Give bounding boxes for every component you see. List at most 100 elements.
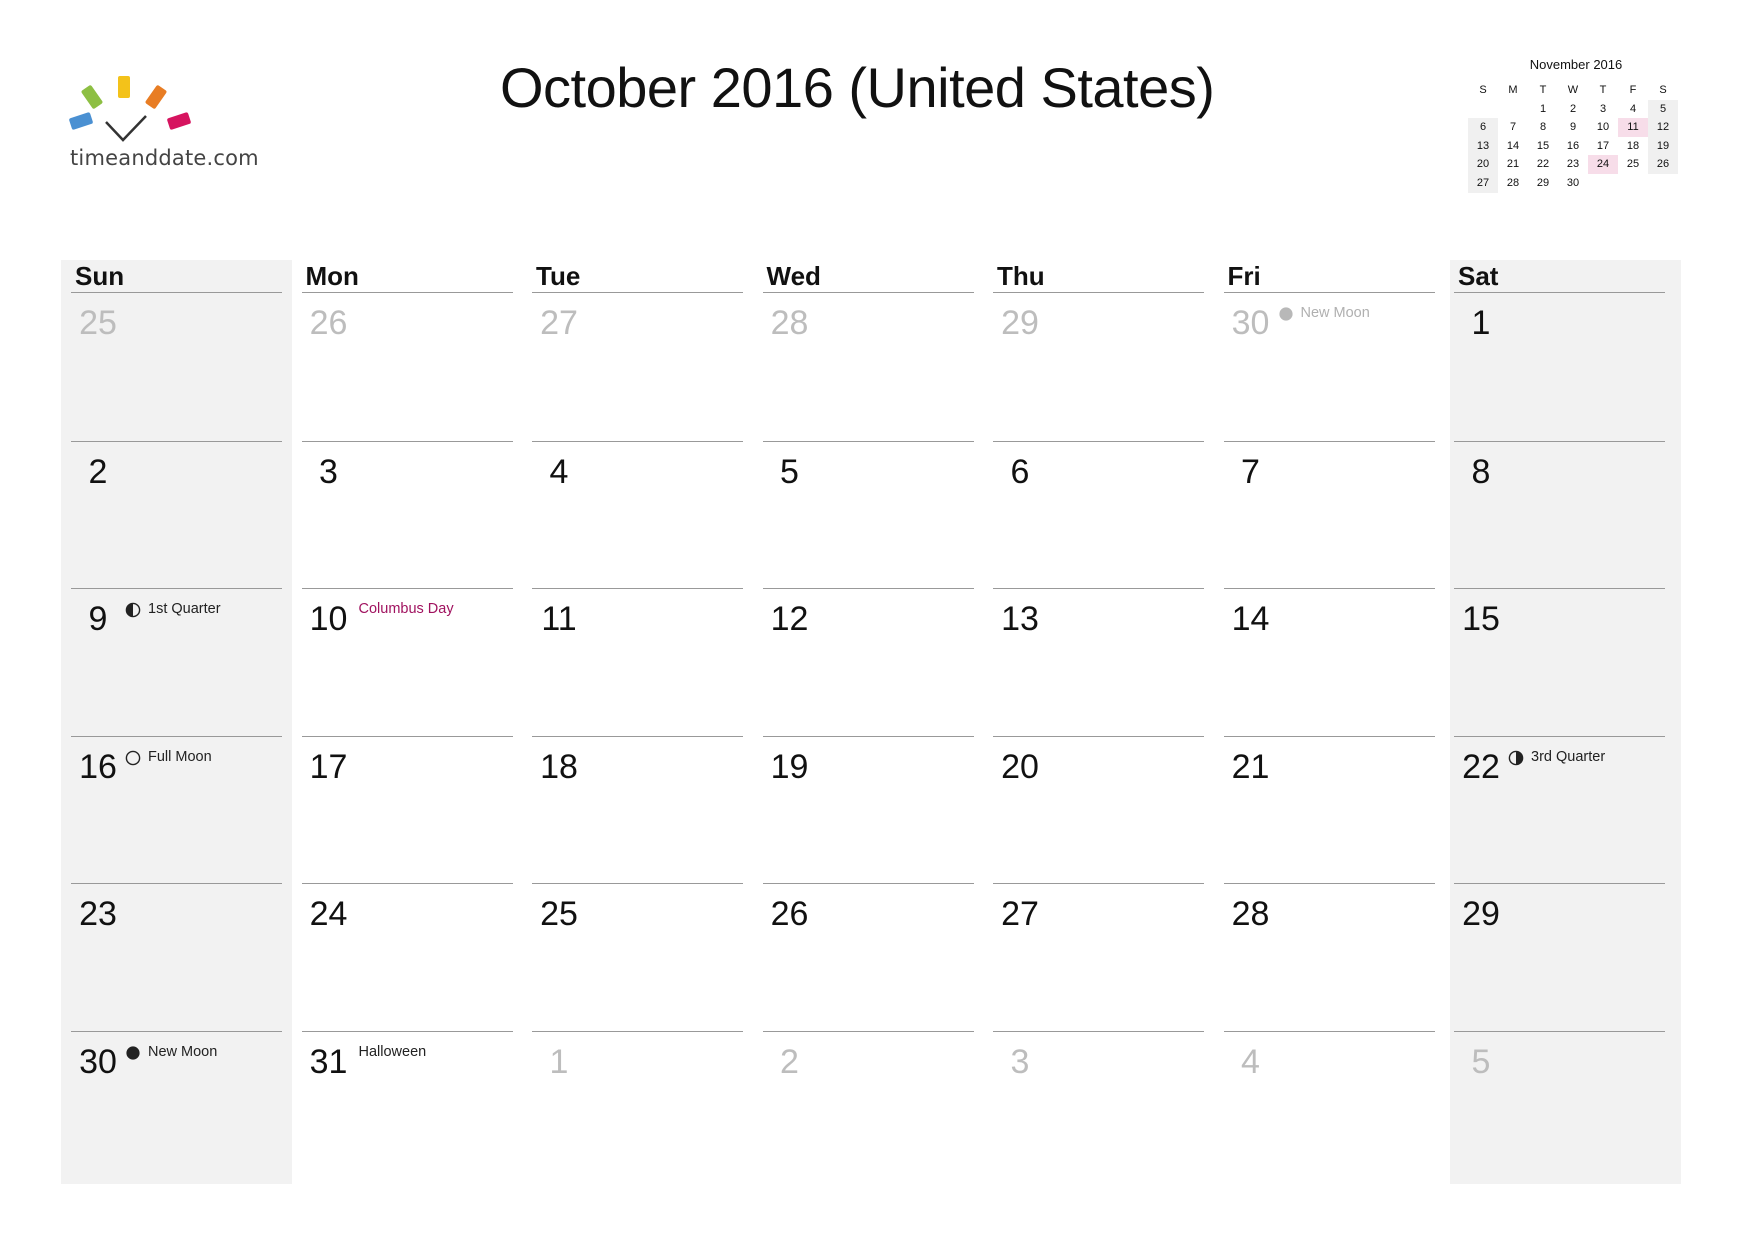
mini-calendar-day: 13 — [1468, 136, 1498, 156]
moon-phase-label: New Moon — [1300, 305, 1370, 321]
day-cell[interactable]: 17 — [301, 735, 513, 885]
day-number: 2 — [88, 452, 108, 491]
day-cell[interactable]: 29 — [1454, 883, 1665, 1032]
day-cell[interactable]: 25 — [71, 293, 282, 442]
day-cell[interactable]: 2 — [762, 1030, 974, 1180]
mini-calendar-day: 23 — [1566, 158, 1580, 171]
day-cell[interactable]: 21 — [1223, 735, 1435, 885]
day-number: 27 — [540, 304, 578, 342]
day-cell[interactable]: 28 — [763, 293, 974, 442]
day-cell[interactable]: 1 — [532, 1030, 743, 1180]
day-cell[interactable]: 5 — [762, 440, 974, 590]
day-number: 1 — [549, 1042, 569, 1081]
third-quarter-moon-icon — [1508, 750, 1524, 765]
day-cell[interactable]: 22 3rd Quarter — [1454, 735, 1665, 885]
day-cell[interactable]: 11 — [532, 588, 743, 737]
day-cell[interactable]: 9 1st Quarter — [71, 588, 282, 737]
day-number: 8 — [1471, 452, 1491, 491]
day-number: 18 — [540, 747, 578, 786]
mini-calendar-day: 19 — [1648, 136, 1678, 156]
day-cell[interactable]: 31 Halloween — [301, 1030, 513, 1180]
day-cell[interactable]: 30 New Moon — [71, 1030, 282, 1180]
day-cell[interactable]: 13 — [993, 588, 1204, 737]
mini-calendar-weekday: F — [1629, 84, 1637, 96]
day-number: 29 — [1001, 304, 1039, 342]
day-cell[interactable]: 12 — [762, 588, 974, 737]
day-number: 17 — [309, 747, 348, 786]
mini-calendar-day: 15 — [1536, 139, 1550, 152]
mini-calendar-weekday: T — [1599, 84, 1607, 96]
day-number: 29 — [1462, 895, 1500, 933]
day-cell[interactable]: 3 — [301, 440, 513, 590]
month-calendar: Sun Mon Tue Wed Thu Fri Sat 25 26 27 28 29 30 New Moo… — [61, 260, 1691, 1184]
full-moon-icon — [125, 750, 141, 765]
mini-calendar-day — [1468, 100, 1498, 119]
timeanddate-logo[interactable]: timeanddate.com — [66, 72, 266, 182]
day-number: 16 — [79, 747, 117, 786]
day-cell[interactable]: 8 — [1454, 440, 1665, 590]
logo-text: timeanddate.com — [70, 146, 259, 170]
day-cell[interactable]: 19 — [762, 735, 974, 885]
weekday-header-tue: Tue — [532, 260, 743, 293]
day-cell[interactable]: 30 New Moon — [1224, 293, 1435, 442]
day-number: 10 — [309, 600, 348, 638]
mini-calendar-weekday: W — [1567, 84, 1579, 96]
day-number: 31 — [309, 1042, 348, 1081]
day-number: 21 — [1231, 747, 1270, 786]
mini-calendar-day: 30 — [1566, 176, 1580, 189]
day-cell[interactable]: 5 — [1454, 1030, 1665, 1180]
day-cell[interactable]: 6 — [993, 440, 1204, 590]
mini-calendar-day: 6 — [1468, 118, 1498, 137]
mini-calendar-weekday: T — [1539, 84, 1547, 96]
day-cell[interactable]: 23 — [71, 883, 282, 1032]
day-cell[interactable]: 1 — [1454, 293, 1665, 442]
mini-calendar-day: 4 — [1629, 102, 1637, 115]
mini-calendar-day: 20 — [1468, 155, 1498, 174]
mini-calendar-day — [1498, 100, 1528, 119]
mini-calendar-day: 27 — [1468, 173, 1498, 193]
day-cell[interactable]: 26 — [762, 883, 974, 1032]
day-cell[interactable]: 24 — [301, 883, 513, 1032]
day-number: 23 — [79, 895, 117, 933]
day-cell[interactable]: 18 — [532, 735, 743, 885]
day-cell[interactable]: 26 — [302, 293, 513, 442]
day-cell[interactable]: 28 — [1223, 883, 1435, 1032]
day-number: 5 — [780, 452, 799, 491]
mini-calendar-weekday: S — [1659, 84, 1667, 96]
moon-phase-label: New Moon — [148, 1043, 218, 1060]
day-number: 25 — [540, 895, 578, 933]
day-cell[interactable]: 7 — [1223, 440, 1435, 590]
mini-calendar-day: 28 — [1506, 176, 1520, 189]
day-cell[interactable]: 10 Columbus Day — [301, 588, 513, 737]
day-cell[interactable]: 16 Full Moon — [71, 735, 282, 885]
day-cell[interactable]: 27 — [532, 293, 743, 442]
mini-calendar-day: 12 — [1648, 118, 1678, 137]
weekday-header-sun: Sun — [71, 260, 282, 293]
weekday-header-sat: Sat — [1454, 260, 1665, 293]
day-number: 26 — [770, 895, 809, 933]
day-cell[interactable]: 4 — [532, 440, 743, 590]
day-number: 1 — [1471, 304, 1491, 342]
day-cell[interactable]: 14 — [1223, 588, 1435, 737]
mini-calendar-day: 1 — [1539, 102, 1547, 115]
day-cell[interactable]: 4 — [1223, 1030, 1435, 1180]
day-cell[interactable]: 27 — [993, 883, 1204, 1032]
new-moon-icon — [126, 1045, 140, 1060]
day-number: 27 — [1001, 895, 1039, 933]
day-number: 26 — [309, 304, 348, 342]
day-cell[interactable]: 20 — [993, 735, 1204, 885]
day-cell[interactable]: 25 — [532, 883, 743, 1032]
mini-calendar-day: 8 — [1539, 121, 1547, 134]
mini-calendar-day: 18 — [1626, 139, 1640, 152]
mini-calendar-november: November 2016 S M T W T F S 1 2 3 4 5 6 7 8 9 10 11 12 13 14… — [1468, 57, 1678, 193]
day-cell[interactable]: 15 — [1454, 588, 1665, 737]
weekday-header-fri: Fri — [1223, 260, 1435, 293]
day-cell[interactable]: 29 — [993, 293, 1204, 442]
day-number: 11 — [541, 600, 577, 638]
mini-calendar-day: 29 — [1536, 176, 1550, 189]
day-number: 12 — [770, 600, 809, 638]
moon-phase-label: Full Moon — [148, 748, 212, 765]
mini-calendar-weekday: M — [1508, 84, 1518, 96]
day-cell[interactable]: 2 — [71, 440, 282, 590]
day-cell[interactable]: 3 — [993, 1030, 1204, 1180]
